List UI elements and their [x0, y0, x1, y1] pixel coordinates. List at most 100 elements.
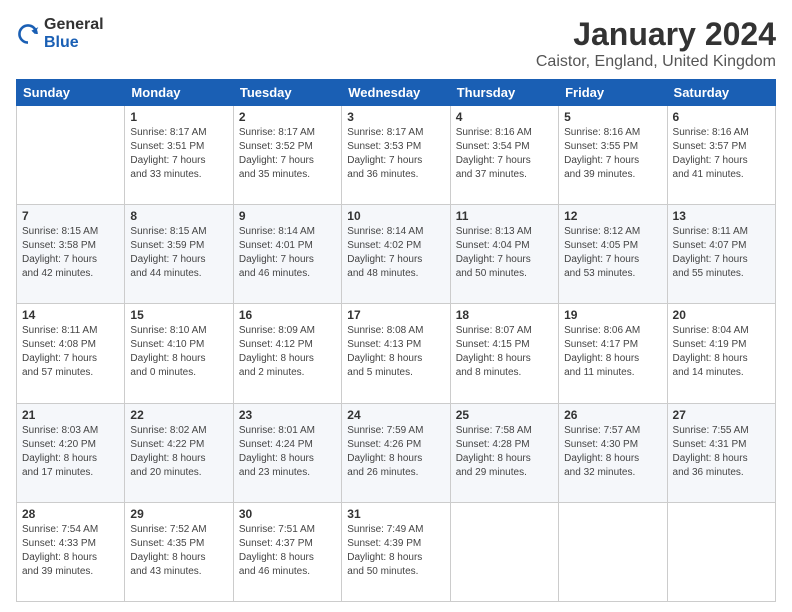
day-number: 26 [564, 408, 661, 422]
day-info: Sunrise: 8:17 AM Sunset: 3:53 PM Dayligh… [347, 126, 444, 182]
col-thursday: Thursday [450, 80, 558, 106]
day-info: Sunrise: 8:04 AM Sunset: 4:19 PM Dayligh… [673, 324, 770, 380]
day-info: Sunrise: 8:12 AM Sunset: 4:05 PM Dayligh… [564, 225, 661, 281]
day-number: 24 [347, 408, 444, 422]
table-row: 18 Sunrise: 8:07 AM Sunset: 4:15 PM Dayli… [450, 304, 558, 403]
table-row [17, 106, 125, 205]
day-info: Sunrise: 7:55 AM Sunset: 4:31 PM Dayligh… [673, 424, 770, 480]
table-row: 22 Sunrise: 8:02 AM Sunset: 4:22 PM Dayli… [125, 403, 233, 502]
day-info: Sunrise: 8:17 AM Sunset: 3:52 PM Dayligh… [239, 126, 336, 182]
day-info: Sunrise: 8:02 AM Sunset: 4:22 PM Dayligh… [130, 424, 227, 480]
day-number: 23 [239, 408, 336, 422]
day-number: 3 [347, 110, 444, 124]
day-number: 2 [239, 110, 336, 124]
table-row [559, 502, 667, 601]
logo-text: General Blue [44, 16, 104, 51]
table-row: 11 Sunrise: 8:13 AM Sunset: 4:04 PM Dayli… [450, 205, 558, 304]
day-number: 30 [239, 507, 336, 521]
day-number: 7 [22, 209, 119, 223]
day-info: Sunrise: 8:01 AM Sunset: 4:24 PM Dayligh… [239, 424, 336, 480]
subtitle: Caistor, England, United Kingdom [536, 53, 776, 71]
table-row [667, 502, 775, 601]
day-info: Sunrise: 8:07 AM Sunset: 4:15 PM Dayligh… [456, 324, 553, 380]
table-row: 6 Sunrise: 8:16 AM Sunset: 3:57 PM Daylig… [667, 106, 775, 205]
day-info: Sunrise: 8:03 AM Sunset: 4:20 PM Dayligh… [22, 424, 119, 480]
table-row: 23 Sunrise: 8:01 AM Sunset: 4:24 PM Dayli… [233, 403, 341, 502]
day-number: 10 [347, 209, 444, 223]
day-number: 25 [456, 408, 553, 422]
day-number: 14 [22, 308, 119, 322]
page: General Blue January 2024 Caistor, Engla… [0, 0, 792, 612]
day-number: 27 [673, 408, 770, 422]
table-row [450, 502, 558, 601]
table-row: 3 Sunrise: 8:17 AM Sunset: 3:53 PM Daylig… [342, 106, 450, 205]
day-number: 13 [673, 209, 770, 223]
day-info: Sunrise: 8:08 AM Sunset: 4:13 PM Dayligh… [347, 324, 444, 380]
day-number: 1 [130, 110, 227, 124]
day-number: 8 [130, 209, 227, 223]
logo: General Blue [16, 16, 104, 51]
table-row: 21 Sunrise: 8:03 AM Sunset: 4:20 PM Dayli… [17, 403, 125, 502]
day-number: 11 [456, 209, 553, 223]
col-saturday: Saturday [667, 80, 775, 106]
day-info: Sunrise: 7:52 AM Sunset: 4:35 PM Dayligh… [130, 523, 227, 579]
header: General Blue January 2024 Caistor, Engla… [16, 16, 776, 71]
day-number: 15 [130, 308, 227, 322]
day-number: 4 [456, 110, 553, 124]
table-row: 13Sunrise: 8:11 AM Sunset: 4:07 PM Dayli… [667, 205, 775, 304]
table-row: 8Sunrise: 8:15 AM Sunset: 3:59 PM Daylig… [125, 205, 233, 304]
table-row: 2 Sunrise: 8:17 AM Sunset: 3:52 PM Daylig… [233, 106, 341, 205]
table-row: 27 Sunrise: 7:55 AM Sunset: 4:31 PM Dayli… [667, 403, 775, 502]
table-row: 7Sunrise: 8:15 AM Sunset: 3:58 PM Daylig… [17, 205, 125, 304]
day-number: 17 [347, 308, 444, 322]
col-friday: Friday [559, 80, 667, 106]
day-info: Sunrise: 7:51 AM Sunset: 4:37 PM Dayligh… [239, 523, 336, 579]
day-info: Sunrise: 8:17 AM Sunset: 3:51 PM Dayligh… [130, 126, 227, 182]
day-info: Sunrise: 8:13 AM Sunset: 4:04 PM Dayligh… [456, 225, 553, 281]
col-tuesday: Tuesday [233, 80, 341, 106]
table-row: 20 Sunrise: 8:04 AM Sunset: 4:19 PM Dayli… [667, 304, 775, 403]
calendar-week-row: 7Sunrise: 8:15 AM Sunset: 3:58 PM Daylig… [17, 205, 776, 304]
day-number: 16 [239, 308, 336, 322]
table-row: 30 Sunrise: 7:51 AM Sunset: 4:37 PM Dayli… [233, 502, 341, 601]
table-row: 14 Sunrise: 8:11 AM Sunset: 4:08 PM Dayli… [17, 304, 125, 403]
day-number: 31 [347, 507, 444, 521]
calendar-week-row: 28 Sunrise: 7:54 AM Sunset: 4:33 PM Dayli… [17, 502, 776, 601]
main-title: January 2024 [536, 16, 776, 53]
table-row: 28 Sunrise: 7:54 AM Sunset: 4:33 PM Dayli… [17, 502, 125, 601]
calendar-week-row: 1 Sunrise: 8:17 AM Sunset: 3:51 PM Daylig… [17, 106, 776, 205]
day-info: Sunrise: 8:14 AM Sunset: 4:02 PM Dayligh… [347, 225, 444, 281]
day-info: Sunrise: 7:59 AM Sunset: 4:26 PM Dayligh… [347, 424, 444, 480]
table-row: 4 Sunrise: 8:16 AM Sunset: 3:54 PM Daylig… [450, 106, 558, 205]
table-row: 19 Sunrise: 8:06 AM Sunset: 4:17 PM Dayli… [559, 304, 667, 403]
table-row: 26 Sunrise: 7:57 AM Sunset: 4:30 PM Dayli… [559, 403, 667, 502]
col-sunday: Sunday [17, 80, 125, 106]
table-row: 17 Sunrise: 8:08 AM Sunset: 4:13 PM Dayli… [342, 304, 450, 403]
day-info: Sunrise: 8:09 AM Sunset: 4:12 PM Dayligh… [239, 324, 336, 380]
day-number: 21 [22, 408, 119, 422]
day-info: Sunrise: 8:06 AM Sunset: 4:17 PM Dayligh… [564, 324, 661, 380]
day-number: 28 [22, 507, 119, 521]
day-info: Sunrise: 7:54 AM Sunset: 4:33 PM Dayligh… [22, 523, 119, 579]
day-info: Sunrise: 8:16 AM Sunset: 3:54 PM Dayligh… [456, 126, 553, 182]
table-row: 29Sunrise: 7:52 AM Sunset: 4:35 PM Dayli… [125, 502, 233, 601]
day-info: Sunrise: 8:16 AM Sunset: 3:55 PM Dayligh… [564, 126, 661, 182]
day-number: 5 [564, 110, 661, 124]
table-row: 12Sunrise: 8:12 AM Sunset: 4:05 PM Dayli… [559, 205, 667, 304]
calendar-table: Sunday Monday Tuesday Wednesday Thursday… [16, 79, 776, 602]
day-number: 22 [130, 408, 227, 422]
col-wednesday: Wednesday [342, 80, 450, 106]
logo-blue: Blue [44, 34, 104, 52]
day-info: Sunrise: 7:57 AM Sunset: 4:30 PM Dayligh… [564, 424, 661, 480]
day-info: Sunrise: 8:11 AM Sunset: 4:08 PM Dayligh… [22, 324, 119, 380]
day-number: 18 [456, 308, 553, 322]
table-row: 16 Sunrise: 8:09 AM Sunset: 4:12 PM Dayli… [233, 304, 341, 403]
day-info: Sunrise: 8:16 AM Sunset: 3:57 PM Dayligh… [673, 126, 770, 182]
logo-general: General [44, 16, 104, 34]
day-info: Sunrise: 8:10 AM Sunset: 4:10 PM Dayligh… [130, 324, 227, 380]
table-row: 24 Sunrise: 7:59 AM Sunset: 4:26 PM Dayli… [342, 403, 450, 502]
day-number: 19 [564, 308, 661, 322]
calendar-header-row: Sunday Monday Tuesday Wednesday Thursday… [17, 80, 776, 106]
day-number: 6 [673, 110, 770, 124]
day-number: 20 [673, 308, 770, 322]
